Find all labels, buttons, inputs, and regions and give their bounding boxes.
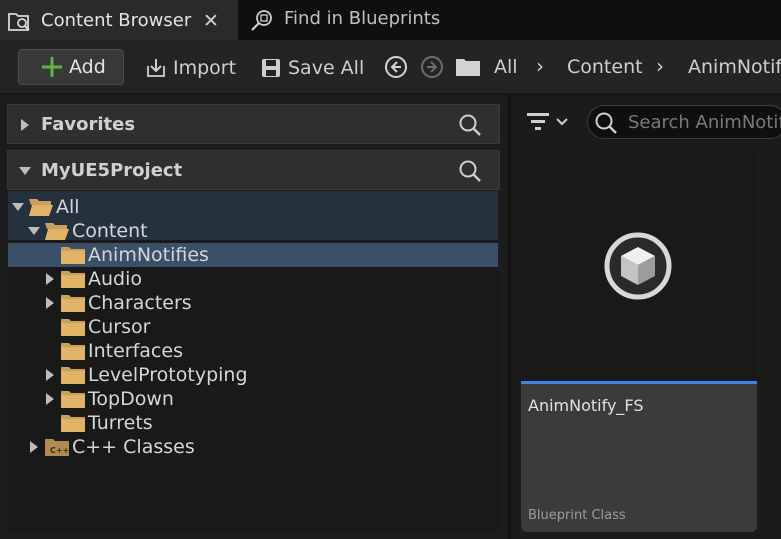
filter-icon[interactable] xyxy=(525,109,573,135)
favorites-label: Favorites xyxy=(41,114,136,135)
tree-item-label: C++ Classes xyxy=(72,436,195,458)
save-all-label: Save All xyxy=(288,57,365,79)
asset-name: AnimNotify_FS xyxy=(528,396,644,415)
tree-item[interactable]: AnimNotifies xyxy=(8,243,498,267)
collapse-arrow-icon[interactable] xyxy=(12,203,24,211)
sources-panel: Favorites MyUE5Project All Content AnimNot… xyxy=(0,95,508,539)
search-icon xyxy=(594,111,618,135)
chevron-right-icon[interactable]: › xyxy=(656,54,664,78)
folder-open-icon xyxy=(28,197,54,217)
forward-arrow-icon[interactable] xyxy=(420,55,444,79)
tree-item[interactable]: All xyxy=(8,195,498,219)
save-all-button[interactable]: Save All xyxy=(260,55,364,81)
folder-icon xyxy=(60,365,86,385)
folder-icon xyxy=(60,341,86,361)
tree-item-label: Interfaces xyxy=(88,340,183,362)
breadcrumb-content[interactable]: Content xyxy=(567,56,643,78)
folder-icon xyxy=(60,269,86,289)
folder-icon xyxy=(60,389,86,409)
cpp-folder-icon: C++ xyxy=(44,437,70,457)
blueprint-class-icon xyxy=(603,231,673,301)
folder-icon xyxy=(60,293,86,313)
folder-icon xyxy=(60,413,86,433)
tree-item[interactable]: Interfaces xyxy=(8,339,498,363)
folder-tree: All Content AnimNotifies Audio Characters Cur… xyxy=(8,191,498,531)
tree-item-label: Characters xyxy=(88,292,192,314)
import-label: Import xyxy=(173,57,237,79)
svg-text:C++: C++ xyxy=(50,446,69,455)
tab-label: Content Browser xyxy=(41,10,192,31)
tree-item-label: Audio xyxy=(88,268,143,290)
tab-bar: Content Browser ✕ Find in Blueprints xyxy=(0,0,781,40)
project-label: MyUE5Project xyxy=(41,160,183,181)
expand-arrow-icon[interactable] xyxy=(21,119,29,131)
breadcrumb-all[interactable]: All xyxy=(494,56,518,78)
folder-icon[interactable] xyxy=(455,56,481,78)
tree-item[interactable]: Content xyxy=(8,219,498,243)
find-blueprints-icon xyxy=(250,9,274,31)
tree-item-label: TopDown xyxy=(88,388,174,410)
folder-icon xyxy=(60,245,86,265)
tab-label: Find in Blueprints xyxy=(284,8,441,29)
tree-item[interactable]: TopDown xyxy=(8,387,498,411)
expand-arrow-icon[interactable] xyxy=(46,273,54,285)
tree-item[interactable]: Cursor xyxy=(8,315,498,339)
tree-item-label: Cursor xyxy=(88,316,151,338)
search-input[interactable] xyxy=(628,110,781,134)
asset-tile[interactable]: AnimNotify_FS Blueprint Class xyxy=(521,149,757,532)
toolbar: Add Import Save All All › Content › Anim… xyxy=(0,40,781,94)
tree-item-label: Turrets xyxy=(88,412,153,434)
asset-view-panel: AnimNotify_FS Blueprint Class xyxy=(511,95,781,539)
tree-item[interactable]: Audio xyxy=(8,267,498,291)
tree-item-label: Content xyxy=(72,220,148,242)
tree-item-label: AnimNotifies xyxy=(88,244,209,266)
asset-type-accent xyxy=(521,381,757,384)
content-browser-icon xyxy=(8,11,32,33)
chevron-right-icon[interactable]: › xyxy=(536,54,544,78)
expand-arrow-icon[interactable] xyxy=(46,369,54,381)
import-button[interactable]: Import xyxy=(145,55,236,81)
favorites-header[interactable]: Favorites xyxy=(7,104,500,144)
search-icon[interactable] xyxy=(458,113,482,137)
add-button[interactable]: Add xyxy=(18,49,124,85)
tab-content-browser[interactable]: Content Browser ✕ xyxy=(0,0,238,40)
expand-arrow-icon[interactable] xyxy=(46,297,54,309)
expand-arrow-icon[interactable] xyxy=(46,393,54,405)
folder-open-icon xyxy=(44,221,70,241)
search-field[interactable] xyxy=(587,105,781,139)
tree-item-label: All xyxy=(56,196,80,218)
tree-item[interactable]: LevelPrototyping xyxy=(8,363,498,387)
asset-type: Blueprint Class xyxy=(528,508,626,523)
collapse-arrow-icon[interactable] xyxy=(19,167,31,175)
tree-item[interactable]: Characters xyxy=(8,291,498,315)
project-header[interactable]: MyUE5Project xyxy=(7,150,500,190)
search-icon[interactable] xyxy=(458,159,482,183)
add-button-label: Add xyxy=(69,56,106,78)
collapse-arrow-icon[interactable] xyxy=(28,227,40,235)
import-icon xyxy=(147,59,165,77)
close-icon[interactable]: ✕ xyxy=(203,10,219,32)
breadcrumb-animnotifies[interactable]: AnimNotifies xyxy=(688,56,781,78)
tree-item[interactable]: Turrets xyxy=(8,411,498,435)
tree-item-label: LevelPrototyping xyxy=(88,364,248,386)
expand-arrow-icon[interactable] xyxy=(30,441,38,453)
save-icon xyxy=(262,59,280,77)
tab-find-in-blueprints[interactable]: Find in Blueprints xyxy=(240,0,470,40)
plus-icon xyxy=(40,55,64,79)
asset-thumbnail xyxy=(521,149,757,381)
folder-icon xyxy=(60,317,86,337)
tree-item[interactable]: C++ C++ Classes xyxy=(8,435,498,459)
back-arrow-icon[interactable] xyxy=(384,55,408,79)
